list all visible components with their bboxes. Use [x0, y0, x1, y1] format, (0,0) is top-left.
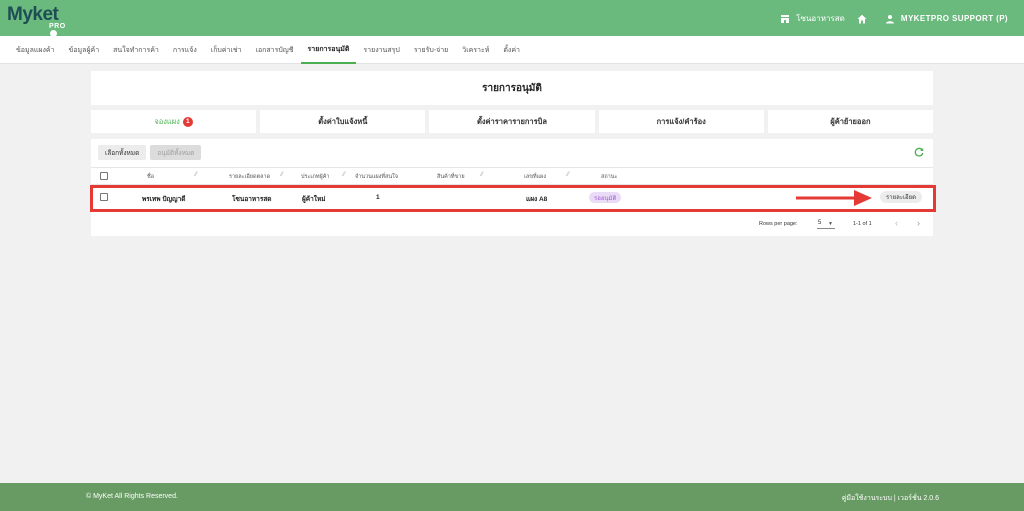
page-title-card: รายการอนุมัติ	[91, 71, 933, 105]
next-page-icon[interactable]: ›	[917, 218, 920, 228]
column-header-market[interactable]: รายละเอียดตลาด	[229, 173, 270, 181]
column-resize-icon[interactable]: ⁄⁄	[281, 172, 283, 178]
column-header-status[interactable]: สถานะ	[601, 173, 618, 181]
rows-per-page-select[interactable]: 5 ▼	[817, 219, 835, 229]
shop-name[interactable]: โซนอาหารสด	[796, 12, 845, 25]
table-header: ชื่อ ⁄⁄ รายละเอียดตลาด ⁄⁄ ประเภทผู้ค้า ⁄…	[91, 167, 933, 185]
approve-all-button[interactable]: อนุมัติทั้งหมด	[150, 145, 202, 160]
rows-per-page-value: 5	[818, 220, 822, 226]
nav-tab-vendor-info[interactable]: ข้อมูลผู้ค้า	[62, 36, 107, 64]
refresh-icon[interactable]	[914, 147, 924, 157]
footer-links[interactable]: คู่มือใช้งานระบบ | เวอร์ชั่น 2.0.6	[842, 493, 939, 504]
header-right: โซนอาหารสด MYKETPRO SUPPORT (P)	[780, 12, 1008, 25]
column-resize-icon[interactable]: ⁄⁄	[195, 172, 197, 178]
nav-tab-interested[interactable]: สนใจทำการค้า	[106, 36, 166, 64]
nav-tab-settings[interactable]: ตั้งค่า	[496, 36, 527, 64]
nav-tab-approvals[interactable]: รายการอนุมัติ	[300, 36, 357, 64]
column-resize-icon[interactable]: ⁄⁄	[567, 172, 569, 178]
column-resize-icon[interactable]: ⁄⁄	[481, 172, 483, 178]
subtab-requests[interactable]: การแจ้ง/คำร้อง	[598, 110, 764, 133]
column-header-vendor-type[interactable]: ประเภทผู้ค้า	[301, 173, 330, 181]
select-all-button[interactable]: เลือกทั้งหมด	[98, 145, 147, 160]
column-header-stall-count[interactable]: จำนวนแผงที่สนใจ	[355, 173, 398, 181]
nav-tab-notices[interactable]: การแจ้ง	[166, 36, 204, 64]
arrow-icon	[796, 188, 874, 208]
chevron-down-icon: ▼	[828, 221, 833, 227]
store-icon	[780, 14, 790, 24]
approval-subtabs: จองแผง 1 ตั้งค่าใบแจ้งหนี้ ตั้งค่าราคารา…	[91, 110, 934, 133]
nav-tabs: ข้อมูลแผงค้า ข้อมูลผู้ค้า สนใจทำการค้า ก…	[0, 36, 1024, 64]
nav-tab-stall-info[interactable]: ข้อมูลแผงค้า	[16, 36, 62, 64]
top-bar: Myket PRO โซนอาหารสด MYKETPRO SUPPORT (P…	[0, 0, 1024, 37]
column-resize-icon[interactable]: ⁄⁄	[343, 172, 345, 178]
logo-text: Myket	[7, 4, 59, 25]
nav-tab-reports[interactable]: รายงานสรุป	[356, 36, 406, 64]
subtab-vendor-move-out[interactable]: ผู้ค้าย้ายออก	[767, 110, 934, 133]
home-icon[interactable]	[857, 14, 867, 24]
footer: © MyKet All Rights Reserved. คู่มือใช้งา…	[0, 483, 1024, 511]
user-menu[interactable]: MYKETPRO SUPPORT (P)	[901, 14, 1008, 23]
nav-tab-accounting[interactable]: เอกสารบัญชี	[249, 36, 301, 64]
nav-tab-rent[interactable]: เก็บค่าเช่า	[204, 36, 249, 64]
subtab-label: จองแผง	[154, 116, 180, 126]
subtab-bill-price-settings[interactable]: ตั้งค่าราคารายการบิล	[429, 110, 595, 133]
column-header-product[interactable]: สินค้าที่ขาย	[437, 173, 465, 181]
copyright-text: © MyKet All Rights Reserved.	[86, 493, 178, 500]
subtab-stall-booking[interactable]: จองแผง 1	[91, 110, 257, 133]
previous-page-icon[interactable]: ‹	[895, 218, 898, 228]
table-toolbar: เลือกทั้งหมด อนุมัติทั้งหมด	[98, 145, 202, 160]
subtab-invoice-settings[interactable]: ตั้งค่าใบแจ้งหนี้	[260, 110, 426, 133]
column-header-stall-no[interactable]: เลขที่แผง	[524, 173, 546, 181]
nav-tab-analytics[interactable]: วิเคราะห์	[455, 36, 496, 64]
main-nav: ข้อมูลแผงค้า ข้อมูลผู้ค้า สนใจทำการค้า ก…	[0, 36, 1024, 64]
page-title: รายการอนุมัติ	[482, 82, 542, 94]
column-header-name[interactable]: ชื่อ	[147, 173, 154, 181]
pagination-range: 1-1 of 1	[853, 221, 872, 227]
count-badge: 1	[182, 116, 193, 127]
nav-tab-income-expense[interactable]: รายรับ-จ่าย	[407, 36, 455, 64]
logo[interactable]: Myket PRO	[7, 4, 65, 37]
pagination: Rows per page: 5 ▼ 1-1 of 1 ‹ ›	[91, 217, 933, 231]
header-checkbox[interactable]	[100, 172, 108, 180]
user-icon	[885, 14, 895, 24]
rows-per-page-label: Rows per page:	[759, 221, 798, 227]
